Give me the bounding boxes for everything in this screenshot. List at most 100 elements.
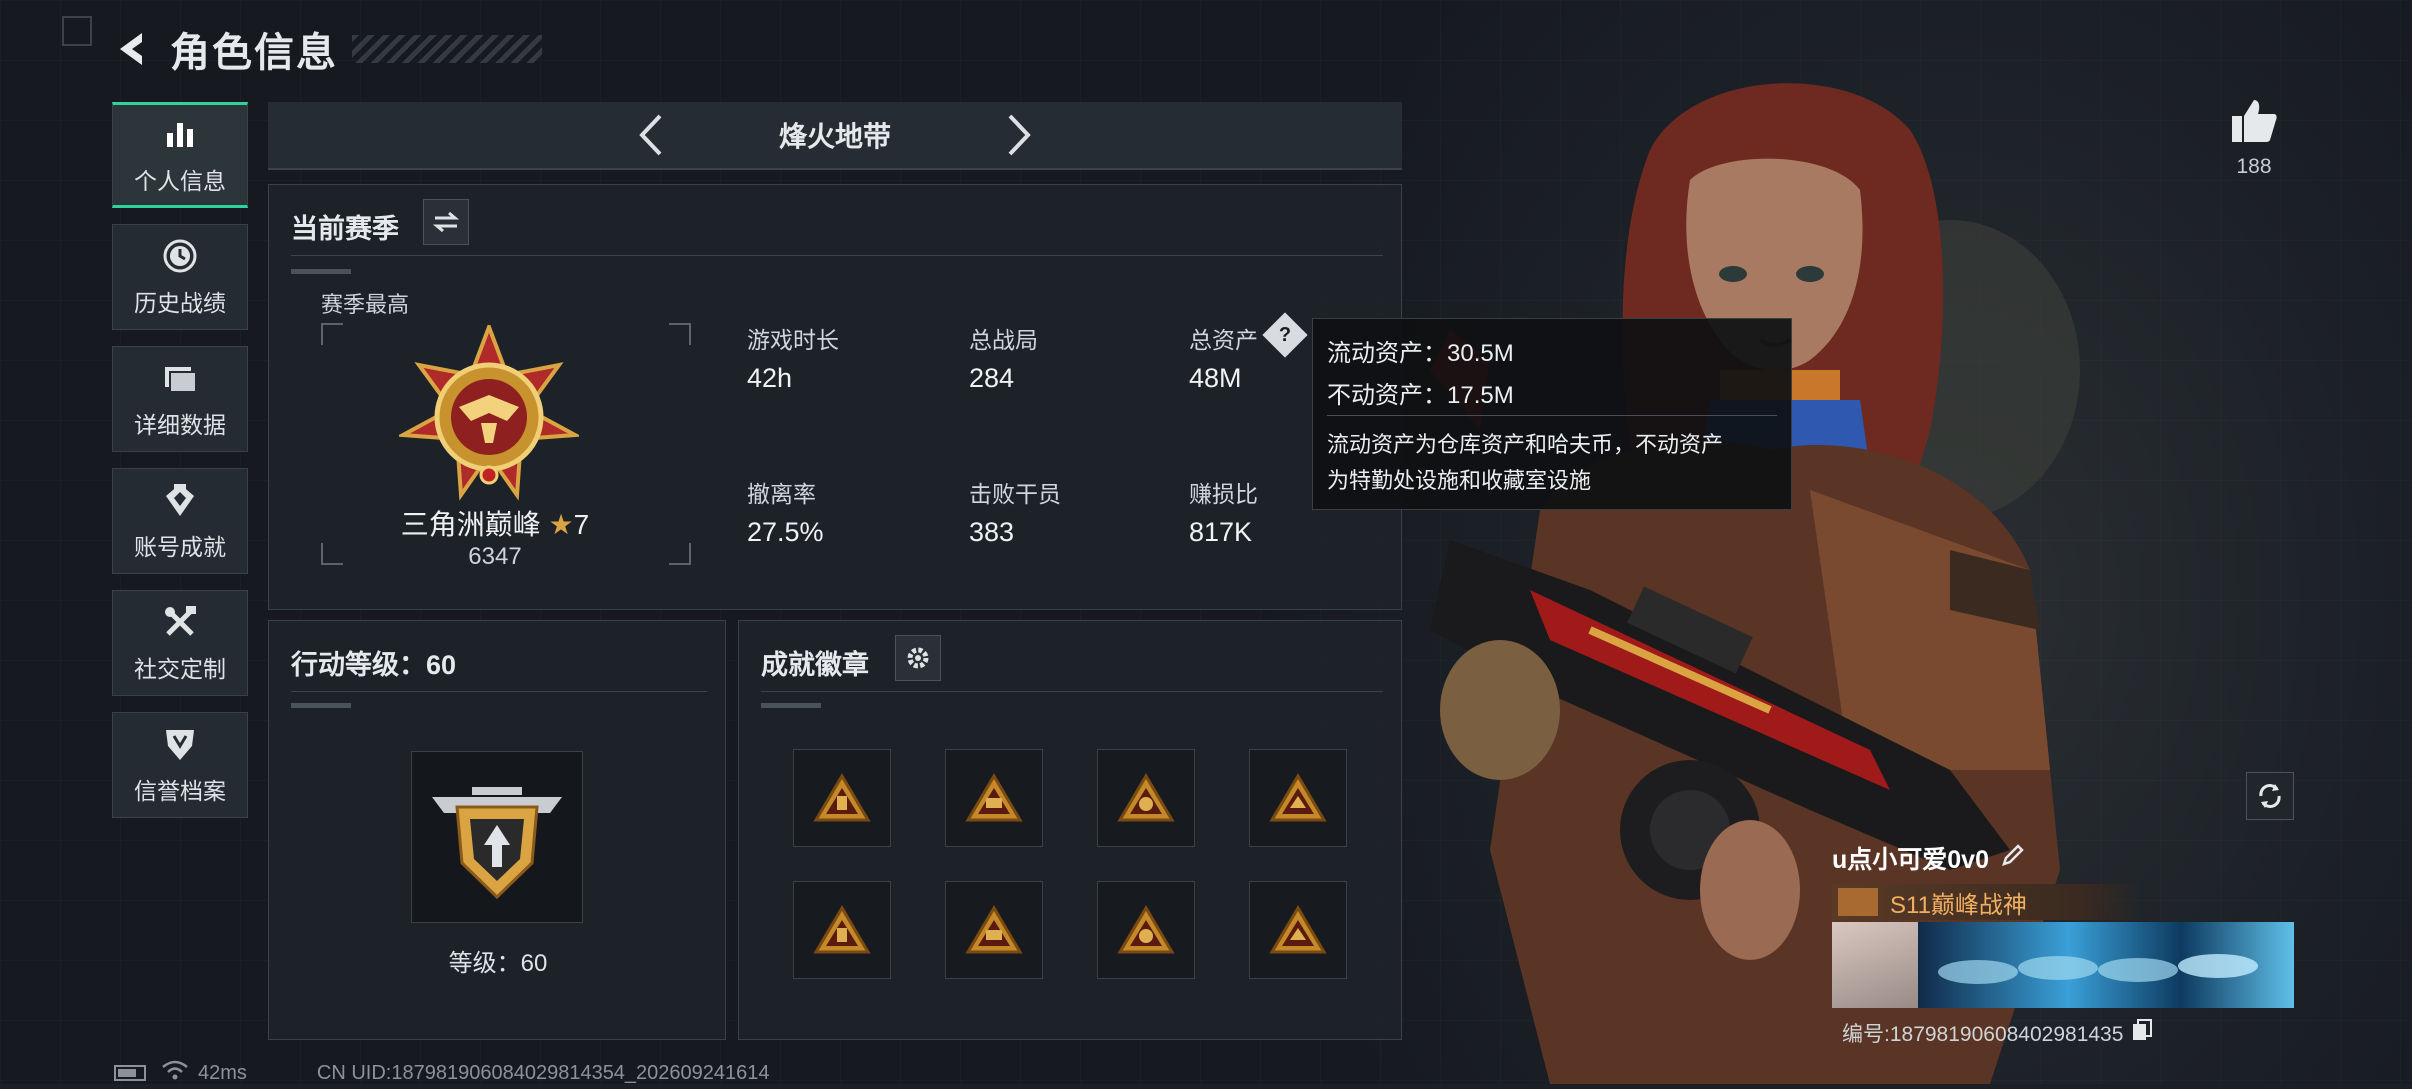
divider-tick <box>291 703 351 708</box>
season-best-label: 赛季最高 <box>321 292 410 317</box>
gear-icon <box>907 647 929 669</box>
copy-icon[interactable] <box>2131 1018 2153 1048</box>
sidebar-item-label: 信誉档案 <box>134 778 226 804</box>
sidebar-item-social[interactable]: 社交定制 <box>112 590 248 696</box>
uid-text: CN UID:187981906084029814354_20260924161… <box>316 1061 770 1084</box>
badges-panel: 成就徽章 <box>738 620 1402 1040</box>
achievement-icon <box>160 480 200 520</box>
prev-mode-button[interactable] <box>628 112 674 158</box>
sidebar-item-label: 个人信息 <box>134 168 226 194</box>
action-level-title: 行动等级：60 <box>291 650 457 680</box>
next-mode-button[interactable] <box>996 112 1042 158</box>
edit-icon[interactable] <box>2001 843 2025 874</box>
divider <box>291 255 1383 256</box>
achievement-badge[interactable] <box>1097 749 1195 847</box>
stat-value-profit-ratio: 817K <box>1189 517 1253 547</box>
badge-settings-button[interactable] <box>895 635 941 681</box>
divider-tick <box>761 703 821 708</box>
level-text: 等级：60 <box>448 950 548 977</box>
frame-corner <box>669 323 691 345</box>
rotate-view-button[interactable] <box>2246 772 2294 820</box>
back-arrow-icon <box>120 33 142 65</box>
achievement-badge[interactable] <box>793 749 891 847</box>
chevron-left-icon <box>639 114 662 156</box>
bar-chart-icon <box>160 114 200 154</box>
badges-title: 成就徽章 <box>761 650 869 680</box>
sidebar-item-achievements[interactable]: 账号成就 <box>112 468 248 574</box>
frame-corner <box>321 323 343 345</box>
mode-title: 烽火地带 <box>778 121 891 152</box>
player-title-bar: S11巅峰战神 <box>1832 884 2142 920</box>
tooltip-liquid-assets: 流动资产：30.5M <box>1327 340 1514 367</box>
back-button[interactable] <box>112 27 156 71</box>
sidebar-item-personal-info[interactable]: 个人信息 <box>112 102 248 208</box>
sidebar-item-details[interactable]: 详细数据 <box>112 346 248 452</box>
player-name-row: u点小可爱0v0 <box>1832 840 2294 876</box>
page-header: 角色信息 <box>112 22 542 76</box>
sidebar-item-credit[interactable]: 信誉档案 <box>112 712 248 818</box>
stat-value-playtime: 42h <box>747 363 793 393</box>
stat-value-kills: 383 <box>969 517 1015 547</box>
page-title: 角色信息 <box>170 31 338 75</box>
rank-name-row: 三角洲巅峰 ★7 <box>269 503 721 543</box>
refresh-icon <box>2259 784 2281 808</box>
rank-name: 三角洲巅峰 <box>400 509 541 540</box>
profile-banner <box>1918 922 2294 1008</box>
stat-label-matches: 总战局 <box>969 327 1038 353</box>
like-count: 188 <box>2236 155 2272 178</box>
tools-icon <box>160 602 200 642</box>
folder-icon <box>160 358 200 398</box>
avatar[interactable] <box>1832 922 1918 1008</box>
swap-icon <box>433 211 459 233</box>
switch-season-button[interactable] <box>423 199 469 245</box>
divider <box>291 691 707 692</box>
tooltip-fixed-assets: 不动资产：17.5M <box>1327 382 1514 409</box>
divider <box>761 691 1383 692</box>
ping: 42ms <box>198 1061 247 1084</box>
tooltip-description-line1: 流动资产为仓库资产和哈夫币，不动资产 <box>1327 432 1724 457</box>
status-bar: 42ms CN UID:187981906084029814354_202609… <box>114 1060 770 1086</box>
achievement-badge[interactable] <box>945 749 1043 847</box>
player-card: u点小可爱0v0 S11巅峰战神 编号:18798190608402981435 <box>1832 840 2294 1046</box>
achievement-badge[interactable] <box>1249 881 1347 979</box>
player-id-row: 编号:18798190608402981435 <box>1842 1018 2153 1048</box>
mode-switcher: 烽火地带 <box>268 102 1402 170</box>
stat-value-assets: 48M <box>1189 363 1242 393</box>
achievement-badge[interactable] <box>1249 749 1347 847</box>
star-icon: ★ <box>548 509 574 540</box>
achievement-badge[interactable] <box>793 881 891 979</box>
season-title: 当前赛季 <box>291 214 399 244</box>
sidebar-item-label: 账号成就 <box>134 534 226 560</box>
thumbs-up-icon[interactable] <box>2230 98 2278 149</box>
action-level-panel: 行动等级：60 等级：60 <box>268 620 726 1040</box>
clock-icon <box>160 236 200 276</box>
help-icon[interactable] <box>1262 312 1308 358</box>
stat-label-assets: 总资产 <box>1189 327 1258 353</box>
divider-tick <box>291 269 351 274</box>
title-badge-icon <box>1838 888 1878 916</box>
tooltip-description-line2: 为特勤处设施和收藏室设施 <box>1327 468 1592 493</box>
season-panel: 当前赛季 赛季最高 三角洲巅峰 ★7 6347 游戏时长 42h 总战局 284… <box>268 184 1402 610</box>
sidebar-item-label: 社交定制 <box>134 656 226 682</box>
stat-label-extract-rate: 撤离率 <box>747 481 816 507</box>
battery-icon <box>114 1065 146 1081</box>
stat-value-extract-rate: 27.5% <box>747 517 824 547</box>
achievement-badge[interactable] <box>945 881 1043 979</box>
assets-tooltip: 流动资产：30.5M 不动资产：17.5M 流动资产为仓库资产和哈夫币，不动资产… <box>1312 318 1792 510</box>
rank-stars: 7 <box>573 509 590 540</box>
stat-value-matches: 284 <box>969 363 1015 393</box>
title-hatch-decoration <box>352 35 542 63</box>
avatar-row <box>1832 922 2294 1008</box>
achievement-badge[interactable] <box>1097 881 1195 979</box>
player-id: 编号:18798190608402981435 <box>1842 1023 2124 1046</box>
sidebar-item-label: 详细数据 <box>134 412 226 438</box>
sidebar-item-history[interactable]: 历史战绩 <box>112 224 248 330</box>
player-name: u点小可爱0v0 <box>1832 846 1989 874</box>
stat-label-playtime: 游戏时长 <box>747 327 839 353</box>
shield-icon <box>160 724 200 764</box>
stat-label-kills: 击败干员 <box>969 481 1061 507</box>
wifi-icon <box>162 1060 188 1086</box>
sidebar-item-label: 历史战绩 <box>134 290 226 316</box>
rank-score: 6347 <box>468 543 522 570</box>
corner-decoration <box>62 16 92 46</box>
